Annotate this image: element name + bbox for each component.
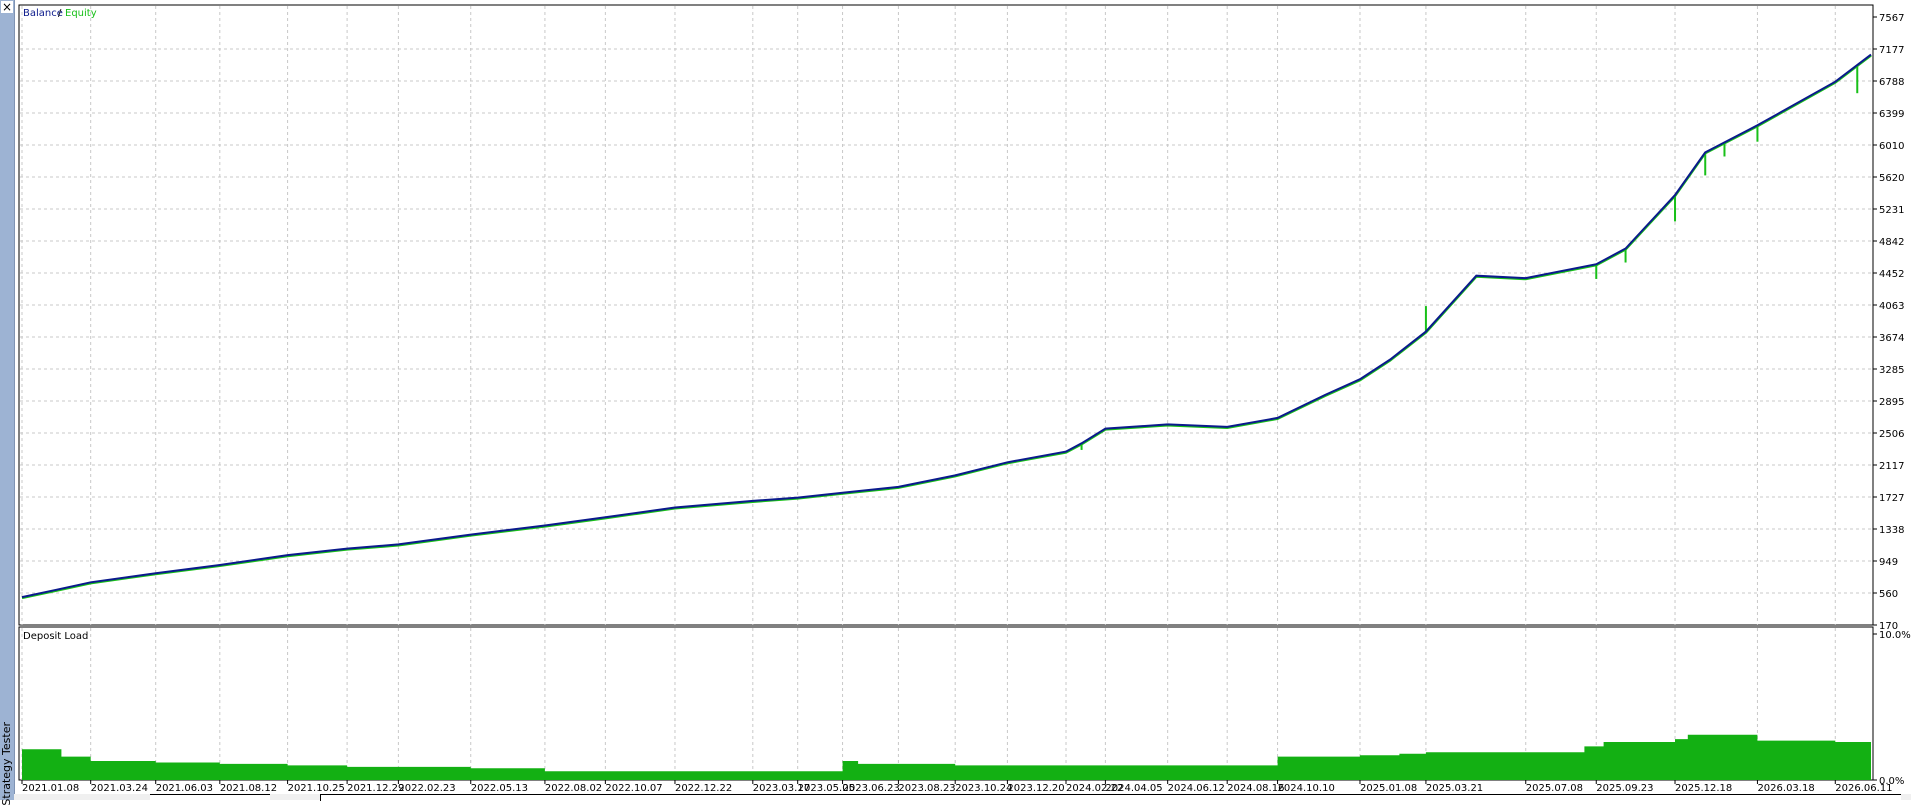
x-tick-label: 2021.01.08 bbox=[22, 783, 79, 794]
x-tick-label: 2024.04.05 bbox=[1105, 783, 1162, 794]
y-tick-label: 6010 bbox=[1879, 141, 1904, 152]
y-tick-label: 4452 bbox=[1879, 269, 1904, 280]
y-tick-label: 10.0% bbox=[1879, 630, 1911, 641]
balance-equity-panel: 7567 7177 6788 6399 6010 5620 5231 4842 4452 4063… bbox=[18, 4, 1904, 632]
y-tick-label: 3674 bbox=[1879, 333, 1904, 344]
x-tick-label: 2021.12.29 bbox=[347, 783, 404, 794]
y-tick-label: 6788 bbox=[1879, 77, 1904, 88]
x-tick-label: 2023.06.23 bbox=[843, 783, 900, 794]
x-tick-label: 2024.08.16 bbox=[1227, 783, 1284, 794]
x-tick-label: 2025.01.08 bbox=[1360, 783, 1417, 794]
x-tick-label: 2021.10.25 bbox=[288, 783, 345, 794]
y-tick-label: 6399 bbox=[1879, 109, 1904, 120]
y-tick-label: 7177 bbox=[1879, 45, 1904, 56]
x-tick-label: 2026.03.18 bbox=[1757, 783, 1814, 794]
y-tick-label: 2895 bbox=[1879, 397, 1904, 408]
x-tick-label: 2025.12.18 bbox=[1675, 783, 1732, 794]
x-tick-label: 2025.09.23 bbox=[1596, 783, 1653, 794]
x-tick-label: 2023.12.20 bbox=[1007, 783, 1064, 794]
x-tick-label: 2025.07.08 bbox=[1526, 783, 1583, 794]
x-tick-label: 2021.08.12 bbox=[220, 783, 277, 794]
legend-balance: Balance bbox=[23, 8, 63, 19]
balance-y-axis: 7567 7177 6788 6399 6010 5620 5231 4842 4452 4063… bbox=[1873, 13, 1904, 632]
y-tick-label: 5231 bbox=[1879, 205, 1904, 216]
balance-legend: Balance / Equity bbox=[23, 8, 97, 19]
x-tick-label: 2024.10.10 bbox=[1278, 783, 1335, 794]
y-tick-label: 2117 bbox=[1879, 461, 1904, 472]
deposit-y-axis: 10.0%0.0% bbox=[1873, 630, 1911, 787]
y-tick-label: 4063 bbox=[1879, 301, 1904, 312]
y-tick-label: 4842 bbox=[1879, 237, 1904, 248]
y-tick-label: 2506 bbox=[1879, 429, 1904, 440]
x-tick-label: 2025.03.21 bbox=[1426, 783, 1483, 794]
y-tick-label: 7567 bbox=[1879, 13, 1904, 24]
x-tick-label: 2021.03.24 bbox=[91, 783, 148, 794]
x-tick-label: 2021.06.03 bbox=[156, 783, 213, 794]
x-tick-label: 2022.02.23 bbox=[398, 783, 455, 794]
y-tick-label: 949 bbox=[1879, 557, 1898, 568]
x-tick-label: 2022.08.02 bbox=[545, 783, 602, 794]
x-tick-label: 2022.10.07 bbox=[605, 783, 662, 794]
y-tick-label: 5620 bbox=[1879, 173, 1904, 184]
y-tick-label: 1727 bbox=[1879, 493, 1904, 504]
x-tick-label: 2022.12.22 bbox=[675, 783, 732, 794]
legend-equity: Equity bbox=[65, 8, 97, 19]
y-tick-label: 3285 bbox=[1879, 365, 1904, 376]
x-tick-label: 2023.08.23 bbox=[898, 783, 955, 794]
y-tick-label: 1338 bbox=[1879, 525, 1904, 536]
deposit-load-panel: 10.0%0.0% Deposit Load bbox=[18, 626, 1911, 787]
x-tick-label: 2022.05.13 bbox=[471, 783, 528, 794]
x-tick-label: 2024.06.12 bbox=[1168, 783, 1225, 794]
y-tick-label: 560 bbox=[1879, 589, 1898, 600]
x-tick-label: 2023.10.24 bbox=[955, 783, 1012, 794]
deposit-load-title: Deposit Load bbox=[23, 631, 88, 642]
date-x-axis: 2021.01.08 2021.03.24 2021.06.03 2021.08.12… bbox=[21, 780, 1893, 794]
backtest-chart: 7567 7177 6788 6399 6010 5620 5231 4842 4452 4063… bbox=[18, 4, 1911, 794]
x-tick-label: 2026.06.11 bbox=[1835, 783, 1892, 794]
